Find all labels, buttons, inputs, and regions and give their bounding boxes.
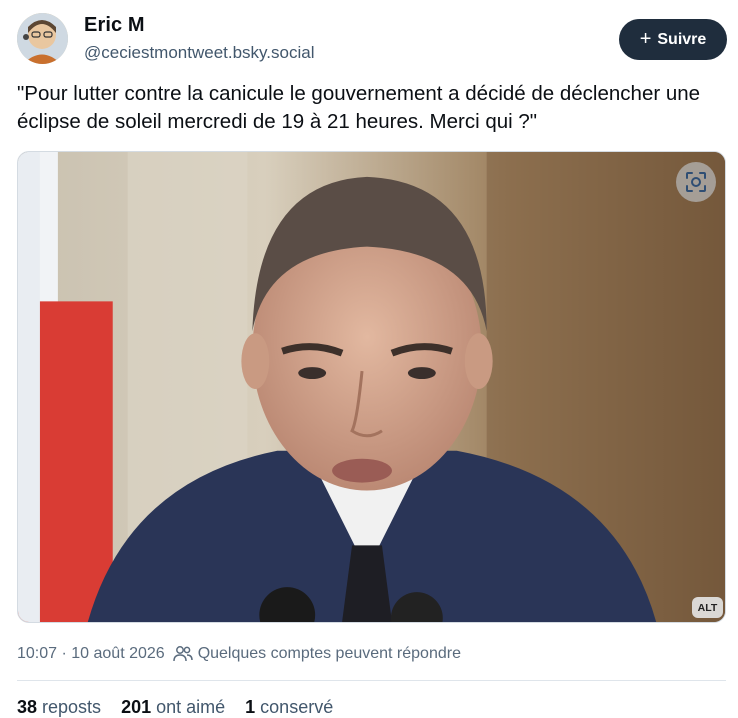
reposts-label: reposts (42, 697, 102, 717)
post-text: "Pour lutter contre la canicule le gouve… (17, 82, 706, 133)
photo-illustration (18, 152, 725, 622)
people-icon (172, 646, 193, 662)
reposts-count: 38 (17, 697, 38, 717)
reply-settings-label: Quelques comptes peuvent répondre (197, 645, 461, 662)
likes-stat[interactable]: 201 ont aimé (121, 697, 225, 718)
follow-button[interactable]: + Suivre (619, 19, 727, 60)
post-stats: 38 reposts 201 ont aimé 1 conservé (17, 697, 333, 718)
divider (17, 680, 726, 681)
follow-label: Suivre (657, 30, 707, 48)
likes-label: ont aimé (156, 697, 226, 717)
author-name[interactable]: Eric M (84, 14, 145, 37)
scan-icon (686, 172, 706, 192)
author-handle[interactable]: @ceciestmontweet.bsky.social (84, 43, 314, 63)
post-card: Eric M @ceciestmontweet.bsky.social + Su… (0, 0, 738, 718)
likes-count: 201 (121, 697, 152, 717)
post-image[interactable] (17, 151, 726, 623)
reposts-stat[interactable]: 38 reposts (17, 697, 101, 718)
avatar[interactable] (17, 13, 68, 64)
saves-label: conservé (260, 697, 334, 717)
reply-settings[interactable]: Quelques comptes peuvent répondre (172, 645, 461, 663)
alt-text-badge[interactable]: ALT (692, 597, 723, 618)
zoom-button[interactable] (676, 162, 716, 202)
post-timestamp[interactable]: 10:07 · 10 août 2026 (17, 645, 165, 663)
post-meta: 10:07 · 10 août 2026 Quelques comptes pe… (17, 645, 461, 663)
saves-stat[interactable]: 1 conservé (245, 697, 333, 718)
saves-count: 1 (245, 697, 256, 717)
avatar-image (17, 13, 68, 64)
plus-icon: + (639, 27, 652, 50)
